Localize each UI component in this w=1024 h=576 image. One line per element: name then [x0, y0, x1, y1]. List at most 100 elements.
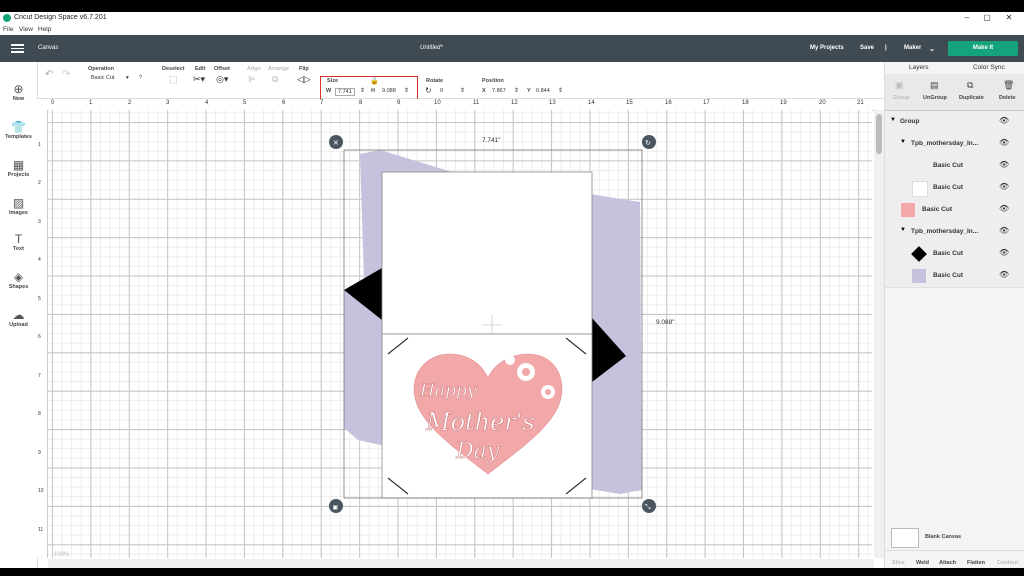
document-title: Untitled* — [420, 45, 443, 51]
sidebar-item-upload[interactable]: ☁ Upload — [0, 308, 37, 328]
contour-button[interactable]: Contour — [997, 560, 1018, 566]
menu-file[interactable]: File — [3, 26, 13, 33]
operation-dropdown-icon[interactable]: ▾ — [126, 75, 129, 81]
slice-button[interactable]: Slice — [892, 560, 905, 566]
x-stepper-icon[interactable]: ⇕ — [514, 87, 519, 94]
my-projects-link[interactable]: My Projects — [810, 45, 844, 51]
sidebar-item-projects[interactable]: ▦ Projects — [0, 158, 37, 178]
rotate-input[interactable]: 0 — [440, 88, 443, 94]
canvas-artwork: Happy Mother's Day 7.741" 9.088" × ↻ ▣ ⤡ — [329, 135, 675, 513]
eye-icon[interactable]: 👁 — [999, 270, 1009, 279]
eye-icon[interactable]: 👁 — [999, 248, 1009, 257]
menu-help[interactable]: Help — [38, 26, 51, 33]
layer-row-group[interactable]: ▼ Group 👁 — [885, 111, 1024, 134]
sidebar-item-new[interactable]: ⊕ New — [0, 82, 37, 102]
layer-row[interactable]: Basic Cut 👁 — [885, 155, 1024, 178]
layer-row[interactable]: Basic Cut 👁 — [885, 199, 1024, 222]
close-window-button[interactable]: ✕ — [1002, 13, 1016, 22]
ruler-tick: 9 — [397, 100, 401, 106]
sidebar-item-shapes[interactable]: ◈ Shapes — [0, 270, 37, 290]
flower-decoration — [505, 355, 515, 365]
ruler-tick: 10 — [38, 488, 44, 494]
chevron-down-icon[interactable]: ▼ — [890, 117, 896, 123]
y-position-input[interactable]: 0.844 — [536, 88, 550, 94]
eye-icon[interactable]: 👁 — [999, 182, 1009, 191]
rotate-stepper-icon[interactable]: ⇕ — [460, 87, 465, 94]
flower-decoration — [522, 368, 530, 376]
tab-layers[interactable]: Layers — [909, 64, 929, 71]
cloud-upload-icon: ☁ — [12, 308, 25, 322]
maximize-button[interactable]: ▢ — [980, 13, 994, 22]
align-icon[interactable]: ⊫ — [248, 74, 256, 85]
duplicate-button[interactable]: Duplicate — [959, 95, 984, 101]
deselect-icon[interactable]: ⬚ — [169, 74, 178, 85]
x-label: X — [482, 88, 486, 94]
make-it-button[interactable]: Make It — [948, 41, 1018, 56]
ungroup-button[interactable]: UnGroup — [923, 95, 947, 101]
eye-icon[interactable]: 👁 — [999, 204, 1009, 213]
layer-row[interactable]: Basic Cut 👁 — [885, 177, 1024, 200]
weld-button[interactable]: Weld — [916, 560, 929, 566]
machine-select[interactable]: Maker — [904, 45, 921, 51]
layer-name: Tpb_mothersday_In... — [911, 140, 979, 147]
sidebar-item-templates[interactable]: 👕 Templates — [0, 120, 37, 140]
lock-icon[interactable]: 🔒 — [370, 77, 379, 85]
shapes-icon: ◈ — [13, 270, 24, 284]
design-canvas[interactable]: Happy Mother's Day 7.741" 9.088" × ↻ ▣ ⤡ — [48, 110, 872, 558]
lock-icon: ▣ — [333, 504, 339, 511]
flatten-button[interactable]: Flatten — [967, 560, 985, 566]
scrollbar-thumb[interactable] — [876, 114, 882, 154]
sidebar-item-text[interactable]: T Text — [0, 232, 37, 252]
vertical-scrollbar[interactable] — [874, 110, 884, 558]
layer-row[interactable]: Basic Cut 👁 — [885, 243, 1024, 266]
flip-icon[interactable]: ◁▷ — [297, 74, 311, 85]
delete-button[interactable]: Delete — [999, 95, 1016, 101]
chevron-down-icon[interactable]: ▼ — [900, 139, 906, 145]
redo-icon[interactable]: ↷ — [62, 69, 70, 80]
arrange-icon[interactable]: ⧉ — [272, 74, 278, 85]
layer-row[interactable]: Basic Cut 👁 — [885, 265, 1024, 288]
eye-icon[interactable]: 👁 — [999, 116, 1009, 125]
sidebar-item-label: Shapes — [8, 284, 29, 290]
ruler-tick: 11 — [38, 527, 44, 533]
height-input[interactable]: 9.088 — [382, 88, 396, 94]
layer-name: Basic Cut — [922, 206, 952, 213]
operation-select[interactable]: Basic Cut — [91, 75, 115, 81]
eye-icon[interactable]: 👁 — [999, 160, 1009, 169]
sidebar-item-images[interactable]: ▨ Images — [0, 196, 37, 216]
eye-icon[interactable]: 👁 — [999, 226, 1009, 235]
ruler-tick: 12 — [511, 100, 518, 106]
undo-icon[interactable]: ↶ — [45, 69, 53, 80]
x-position-input[interactable]: 7.867 — [492, 88, 506, 94]
eye-icon[interactable]: 👁 — [999, 138, 1009, 147]
layer-row-subgroup[interactable]: ▼ Tpb_mothersday_In... 👁 — [885, 221, 1024, 244]
operation-help-icon[interactable]: ? — [139, 75, 142, 81]
ruler-tick: 14 — [588, 100, 595, 106]
minimize-button[interactable]: ‒ — [960, 13, 974, 22]
zoom-level[interactable]: 100% — [54, 552, 69, 558]
chevron-down-icon[interactable]: ▼ — [900, 227, 906, 233]
width-input[interactable]: 7.741 — [335, 88, 355, 96]
card-top-panel[interactable] — [381, 171, 593, 335]
app-header: Canvas Untitled* My Projects Save | Make… — [0, 35, 1024, 62]
horizontal-scrollbar[interactable] — [48, 559, 874, 568]
ruler-tick: 0 — [51, 100, 55, 106]
menu-view[interactable]: View — [19, 26, 33, 33]
height-stepper-icon[interactable]: ⇕ — [404, 87, 409, 94]
flower-decoration — [545, 389, 551, 395]
tab-color-sync[interactable]: Color Sync — [973, 64, 1005, 71]
offset-icon[interactable]: ◎▾ — [216, 74, 228, 85]
width-stepper-icon[interactable]: ⇕ — [360, 87, 365, 94]
ruler-tick: 19 — [780, 100, 787, 106]
layer-row-subgroup[interactable]: ▼ Tpb_mothersday_In... 👁 — [885, 133, 1024, 156]
width-label: W — [326, 88, 332, 94]
save-button[interactable]: Save — [860, 45, 874, 51]
attach-button[interactable]: Attach — [939, 560, 956, 566]
edit-scissors-icon[interactable]: ✂▾ — [193, 74, 205, 85]
y-stepper-icon[interactable]: ⇕ — [558, 87, 563, 94]
ruler-tick: 4 — [205, 100, 209, 106]
hamburger-menu-icon[interactable] — [11, 44, 24, 53]
group-button[interactable]: Group — [893, 95, 910, 101]
blank-canvas-swatch[interactable] — [891, 528, 919, 548]
chevron-down-icon[interactable]: ⌄ — [929, 45, 935, 53]
